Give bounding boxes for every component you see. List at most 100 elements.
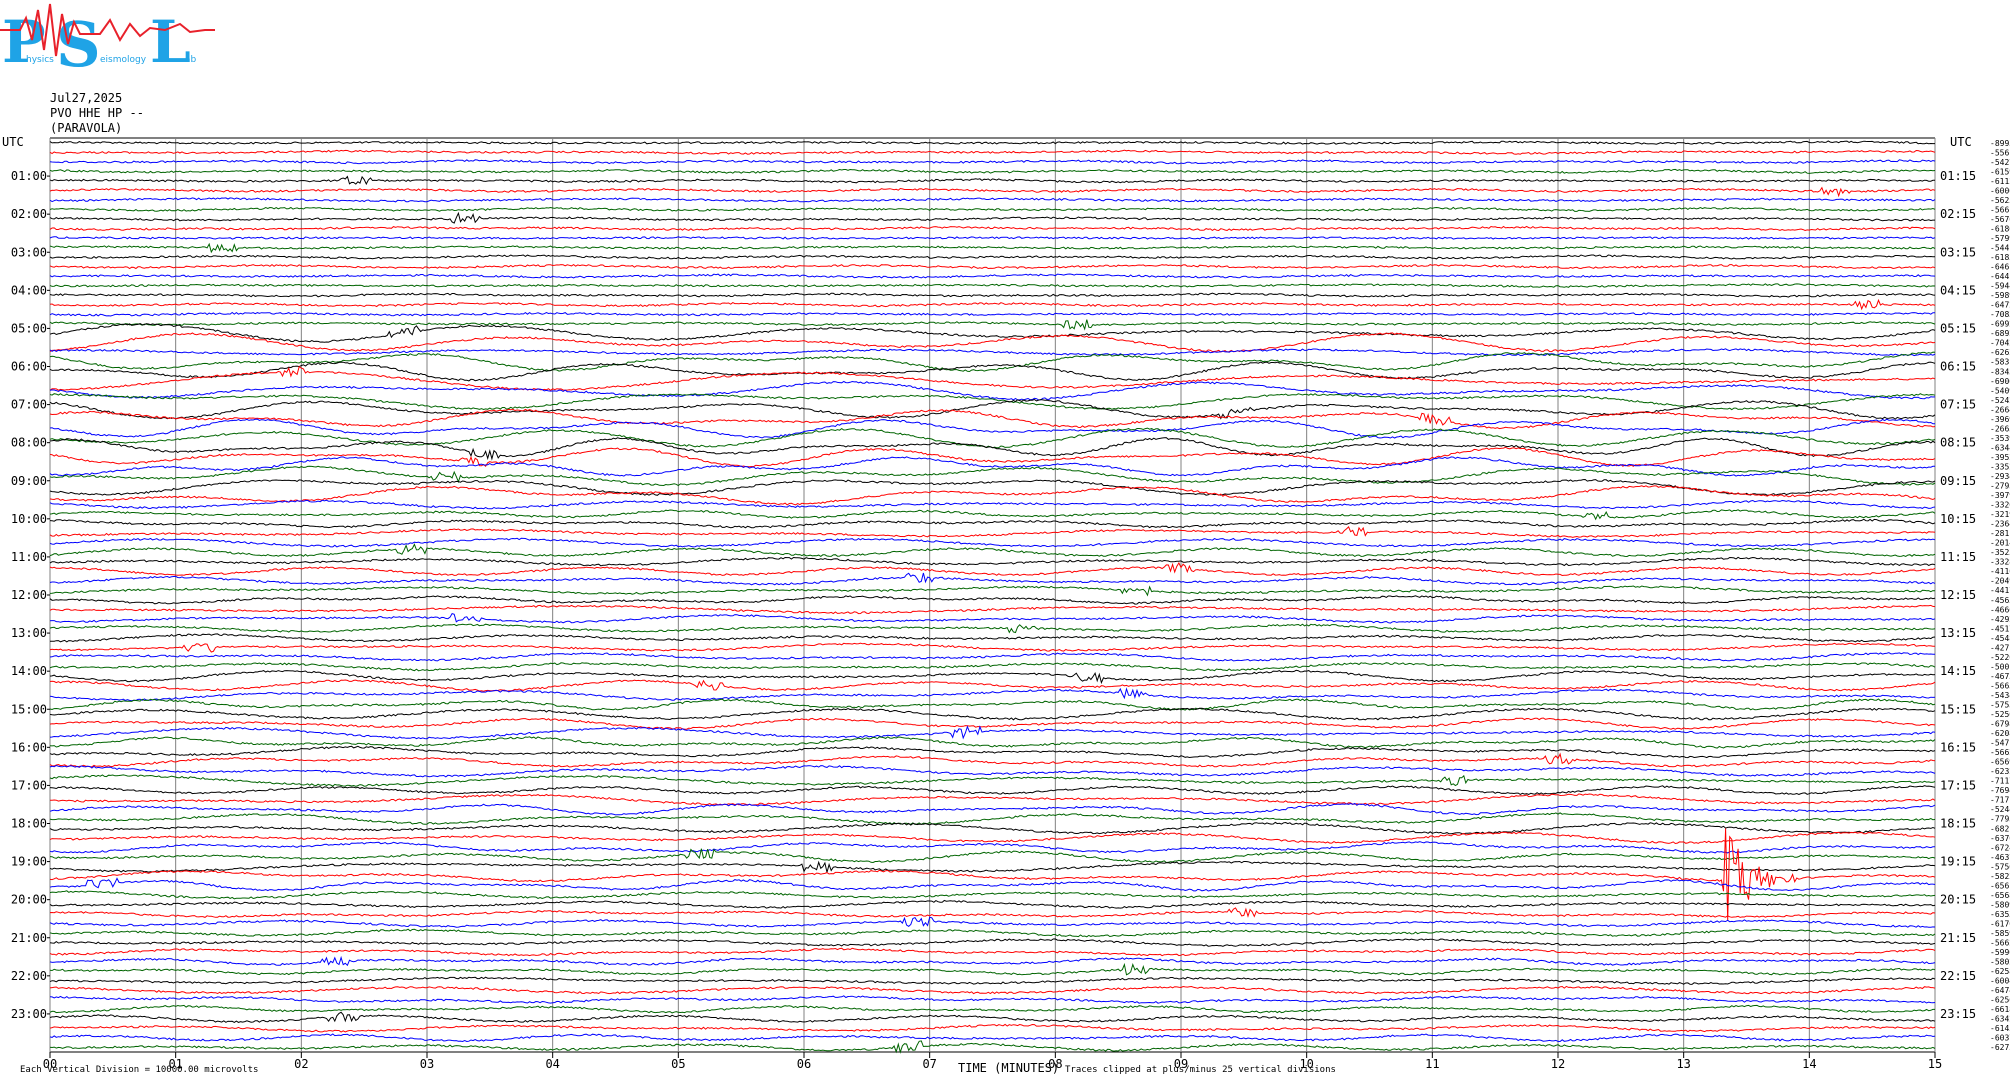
trace-offset-10: -6186: [1990, 224, 2010, 233]
trace-70: [50, 793, 1936, 806]
right-time-label-17-15: 17:15: [1940, 778, 1976, 792]
trace-80: [49, 890, 1936, 900]
trace-offset-16: -5944: [1990, 282, 2010, 291]
trace-offset-57: -4673: [1990, 672, 2010, 681]
right-time-label-21-15: 21:15: [1940, 931, 1976, 945]
trace-50: [49, 604, 1936, 615]
trace-15: [49, 273, 1936, 279]
trace-61: [49, 707, 1936, 721]
trace-79: [49, 877, 1936, 892]
trace-offset-12: -5441: [1990, 243, 2010, 252]
trace-57: [49, 669, 1936, 685]
trace-44: [49, 543, 1936, 558]
trace-46: [49, 561, 1936, 577]
trace-77: [49, 860, 1936, 873]
trace-offset-33: -6344: [1990, 443, 2010, 452]
trace-offset-62: -6798: [1990, 720, 2010, 729]
left-time-label-03-00: 03:00: [11, 245, 47, 259]
trace-offset-19: -7083: [1990, 310, 2010, 319]
trace-73: [49, 821, 1936, 835]
trace-offset-25: -8343: [1990, 367, 2010, 376]
trace-offset-17: -5989: [1990, 291, 2010, 300]
trace-offset-32: -3539: [1990, 434, 2010, 443]
left-time-label-10-00: 10:00: [11, 512, 47, 526]
trace-offset-48: -4417: [1990, 586, 2010, 595]
trace-16: [49, 283, 1936, 288]
trace-offset-27: -5409: [1990, 386, 2010, 395]
trace-offset-45: -3328: [1990, 558, 2010, 567]
left-time-label-20-00: 20:00: [11, 893, 47, 907]
trace-offset-68: -7117: [1990, 777, 2010, 786]
trace-offset-64: -5471: [1990, 739, 2010, 748]
right-time-label-16-15: 16:15: [1940, 740, 1976, 754]
trace-offset-80: -6568: [1990, 891, 2010, 900]
x-tick-label-14: 14: [1802, 1057, 1816, 1071]
trace-43: [49, 537, 1936, 548]
trace-offset-29: -2664: [1990, 405, 2010, 414]
trace-38: [49, 485, 1936, 506]
trace-53: [50, 633, 1936, 643]
trace-offset-56: -5001: [1990, 662, 2010, 671]
trace-32: [49, 427, 1936, 449]
right-time-label-18-15: 18:15: [1940, 817, 1976, 831]
trace-55: [49, 652, 1935, 662]
trace-8: [49, 206, 1936, 212]
trace-19: [49, 311, 1935, 317]
trace-39: [49, 499, 1936, 510]
trace-47: [49, 572, 1936, 586]
left-time-label-01-00: 01:00: [11, 169, 47, 183]
trace-34: [49, 446, 1936, 468]
trace-offset-28: -5242: [1990, 396, 2010, 405]
trace-offset-6: -6006: [1990, 186, 2010, 195]
trace-12: [49, 242, 1936, 254]
left-time-label-21-00: 21:00: [11, 931, 47, 945]
trace-offset-43: -2014: [1990, 539, 2010, 548]
trace-offset-52: -4517: [1990, 624, 2010, 633]
trace-28: [49, 393, 1936, 411]
right-time-label-04-15: 04:15: [1940, 283, 1976, 297]
trace-offset-15: -6441: [1990, 272, 2010, 281]
right-time-label-09-15: 09:15: [1940, 474, 1976, 488]
trace-offset-89: -6004: [1990, 977, 2010, 986]
left-time-label-16-00: 16:00: [11, 740, 47, 754]
trace-offset-59: -5434: [1990, 691, 2010, 700]
trace-offset-labels: -8993-5561-5427-6159-6112-6006-5625-5661…: [1990, 139, 2010, 1052]
trace-offset-76: -4637: [1990, 853, 2010, 862]
trace-offset-83: -6170: [1990, 919, 2010, 928]
trace-offset-35: -3352: [1990, 462, 2010, 471]
trace-offset-82: -6353: [1990, 910, 2010, 919]
trace-59: [49, 687, 1936, 702]
right-time-label-23-15: 23:15: [1940, 1007, 1976, 1021]
trace-91: [49, 995, 1936, 1004]
trace-7: [49, 197, 1936, 203]
trace-offset-53: -4548: [1990, 634, 2010, 643]
trace-offset-72: -7795: [1990, 815, 2010, 824]
trace-offset-9: -5676: [1990, 215, 2010, 224]
x-tick-label-04: 04: [545, 1057, 559, 1071]
trace-31: [49, 418, 1935, 439]
trace-offset-18: -6472: [1990, 301, 2010, 310]
trace-offset-94: -6145: [1990, 1024, 2010, 1033]
right-time-label-01-15: 01:15: [1940, 169, 1976, 183]
trace-offset-26: -6906: [1990, 377, 2010, 386]
trace-36: [49, 465, 1936, 487]
right-time-label-08-15: 08:15: [1940, 436, 1976, 450]
trace-10: [49, 225, 1936, 232]
trace-56: [49, 662, 1936, 672]
trace-14: [49, 263, 1936, 270]
left-time-label-23-00: 23:00: [11, 1007, 47, 1021]
trace-90: [49, 985, 1936, 995]
trace-offset-87: -5802: [1990, 958, 2010, 967]
x-axis-label: TIME (MINUTES): [958, 1061, 1059, 1075]
trace-offset-91: -6256: [1990, 996, 2010, 1005]
trace-92: [49, 1004, 1935, 1014]
trace-68: [49, 774, 1936, 787]
left-time-label-06-00: 06:00: [11, 360, 47, 374]
trace-offset-65: -5662: [1990, 748, 2010, 757]
trace-88: [49, 962, 1936, 976]
trace-offset-4: -6159: [1990, 167, 2010, 176]
trace-offset-41: -2364: [1990, 520, 2010, 529]
trace-3: [49, 159, 1936, 165]
trace-13: [49, 254, 1936, 260]
trace-offset-38: -3979: [1990, 491, 2010, 500]
